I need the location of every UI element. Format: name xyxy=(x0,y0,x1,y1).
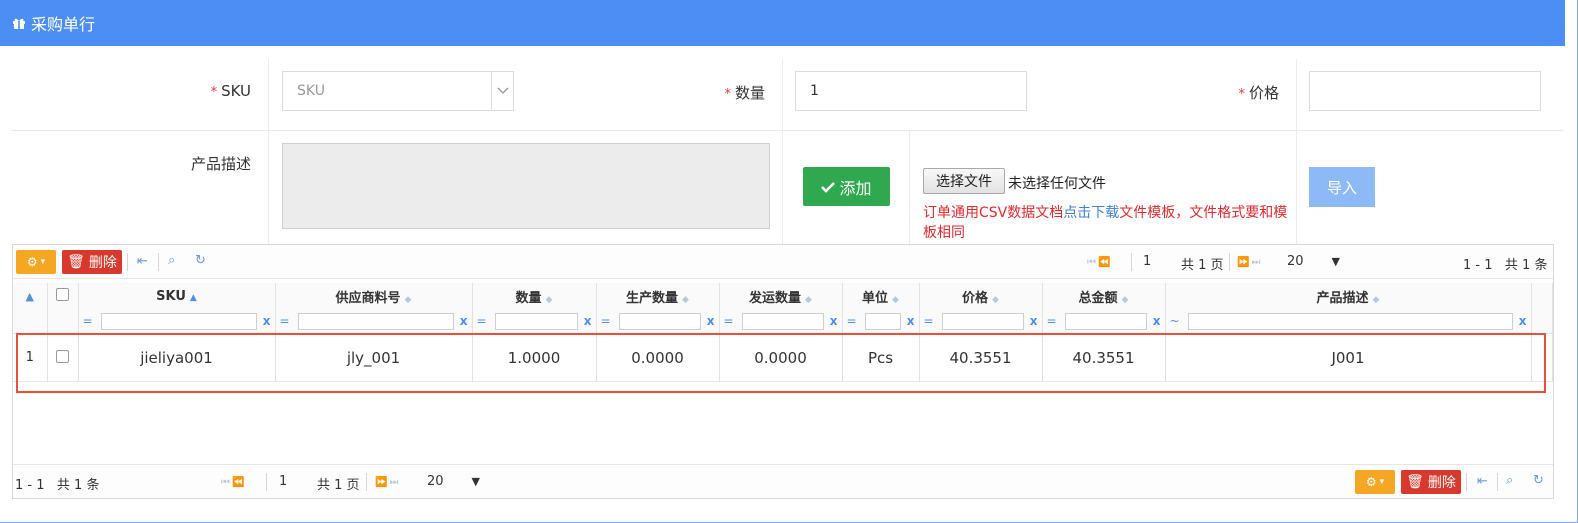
select-all-checkbox[interactable] xyxy=(47,283,79,309)
chevron-down-icon xyxy=(491,72,513,110)
gift-icon xyxy=(13,18,25,29)
column-header[interactable]: SKU ▲ xyxy=(78,283,276,309)
csv-note: 订单通用CSV数据文档点击下载文件模板，文件格式要和模板相同 xyxy=(923,205,1288,241)
settings-dropdown-button[interactable]: ⚙ ▾ xyxy=(16,250,56,274)
filter-sku[interactable]: = x xyxy=(79,309,275,333)
filter-ship-qty[interactable]: = x xyxy=(720,309,842,333)
total-pages: 共 1 页 xyxy=(1181,258,1224,273)
line-grid: ⚙ ▾ 🗑 删除 ⇤ ⌕ ↻ ⏮⏪ 1 共 1 页 ⏩⏭ 20 ▼ 1 - 1 共 1… xyxy=(12,244,1554,499)
choose-file-button[interactable]: 选择文件 xyxy=(923,168,1005,194)
filter-price[interactable]: = x xyxy=(920,309,1042,333)
filter-qty[interactable]: = x xyxy=(473,309,596,333)
delete-button-bottom[interactable]: 🗑 删除 xyxy=(1401,470,1461,494)
column-header[interactable]: 产品描述 ◆ xyxy=(1165,283,1532,309)
download-template-link[interactable]: 点击下载 xyxy=(1063,205,1119,221)
chevron-down-icon: ▾ xyxy=(1379,477,1385,487)
gear-icon: ⚙ xyxy=(26,255,38,269)
trash-icon: 🗑 xyxy=(67,254,85,270)
filter-total[interactable]: = x xyxy=(1043,309,1165,333)
filter-supplier-part[interactable]: = x xyxy=(276,309,472,333)
sku-label: * SKU xyxy=(210,82,251,100)
refresh-icon[interactable]: ↻ xyxy=(1533,473,1544,488)
total-pages-bottom: 共 1 页 xyxy=(317,478,360,493)
line-table: ▲ SKU ▲ 供应商料号 ◆ 数量 ◆ 生产数量 ◆ 发运数量 ◆ 单位 ◆ 价格 ◆ 总金… xyxy=(13,283,1553,382)
column-header[interactable]: 数量 ◆ xyxy=(472,283,597,309)
page-size-select[interactable]: 20 ▼ xyxy=(1287,254,1340,269)
column-header[interactable]: 发运数量 ◆ xyxy=(719,283,843,309)
table-header-row: ▲ SKU ▲ 供应商料号 ◆ 数量 ◆ 生产数量 ◆ 发运数量 ◆ 单位 ◆ 价格 ◆ 总金… xyxy=(13,283,1553,309)
add-button[interactable]: 添加 xyxy=(803,167,890,206)
search-icon[interactable]: ⌕ xyxy=(1506,473,1513,488)
first-prev-page-icons[interactable]: ⏮⏪ xyxy=(1087,257,1112,268)
row-checkbox[interactable] xyxy=(47,333,79,382)
check-icon xyxy=(821,181,836,193)
filter-prod-qty[interactable]: = x xyxy=(597,309,719,333)
table-row[interactable]: 1 jieliya001 jly_001 1.0000 0.0000 0.000… xyxy=(13,333,1553,382)
form-row-1: * SKU SKU * 数量 1 * 价格 xyxy=(11,59,1563,131)
sku-select[interactable]: SKU xyxy=(282,71,514,111)
price-input[interactable] xyxy=(1309,71,1541,111)
refresh-icon[interactable]: ↻ xyxy=(195,253,206,268)
qty-label: * 数量 xyxy=(724,84,765,102)
grid-top-toolbar: ⚙ ▾ 🗑 删除 ⇤ ⌕ ↻ ⏮⏪ 1 共 1 页 ⏩⏭ 20 ▼ 1 - 1 共 1… xyxy=(13,245,1553,279)
page-size-select-bottom[interactable]: 20 ▼ xyxy=(427,474,480,489)
column-header[interactable]: 价格 ◆ xyxy=(919,283,1043,309)
filter-unit[interactable]: = x xyxy=(843,309,919,333)
next-last-page-icons[interactable]: ⏩⏭ xyxy=(1237,257,1262,268)
search-icon[interactable]: ⌕ xyxy=(168,253,175,268)
record-range-bottom: 1 - 1 共 1 条 xyxy=(15,478,100,493)
column-header[interactable]: 总金额 ◆ xyxy=(1042,283,1166,309)
gear-icon: ⚙ xyxy=(1365,475,1377,489)
desc-label: 产品描述 xyxy=(190,155,251,173)
current-page-bottom[interactable]: 1 xyxy=(279,474,287,489)
panel-header: 采购单行 xyxy=(0,0,1565,46)
first-prev-page-icons[interactable]: ⏮⏪ xyxy=(221,477,246,488)
column-header[interactable]: 供应商料号 ◆ xyxy=(275,283,473,309)
chevron-down-icon: ▾ xyxy=(40,257,46,267)
column-header[interactable]: 生产数量 ◆ xyxy=(596,283,720,309)
columns-icon[interactable]: ⇤ xyxy=(137,254,148,269)
qty-input[interactable]: 1 xyxy=(795,71,1027,111)
delete-button[interactable]: 🗑 删除 xyxy=(62,250,122,274)
file-status: 未选择任何文件 xyxy=(1008,176,1106,192)
price-label: * 价格 xyxy=(1238,84,1279,102)
columns-icon[interactable]: ⇤ xyxy=(1477,474,1488,489)
import-button[interactable]: 导入 xyxy=(1309,167,1375,207)
record-range: 1 - 1 共 1 条 xyxy=(1463,258,1548,273)
filter-desc[interactable]: ~ x xyxy=(1166,309,1531,333)
filter-row: = x = x = x = x = x = x = x = x ~ x xyxy=(13,309,1553,334)
purchase-order-line-page: 采购单行 * SKU SKU * 数量 1 * 价格 产品描述 添加 选择文件 … xyxy=(0,0,1578,523)
next-last-page-icons[interactable]: ⏩⏭ xyxy=(375,477,400,488)
current-page[interactable]: 1 xyxy=(1143,254,1151,269)
form-row-2: 产品描述 添加 选择文件 未选择任何文件 订单通用CSV数据文档点击下载文件模板… xyxy=(11,131,1563,244)
column-header[interactable]: 单位 ◆ xyxy=(842,283,920,309)
desc-textarea[interactable] xyxy=(282,143,770,229)
grid-bottom-toolbar: 1 - 1 共 1 条 ⏮⏪ 1 共 1 页 ⏩⏭ 20 ▼ ⚙ ▾ 🗑 删除 ⇤ ⌕… xyxy=(13,464,1553,498)
trash-icon: 🗑 xyxy=(1406,474,1424,490)
settings-dropdown-button-bottom[interactable]: ⚙ ▾ xyxy=(1355,470,1395,494)
collapse-icon[interactable]: ▲ xyxy=(13,283,48,309)
page-title: 采购单行 xyxy=(31,15,96,34)
